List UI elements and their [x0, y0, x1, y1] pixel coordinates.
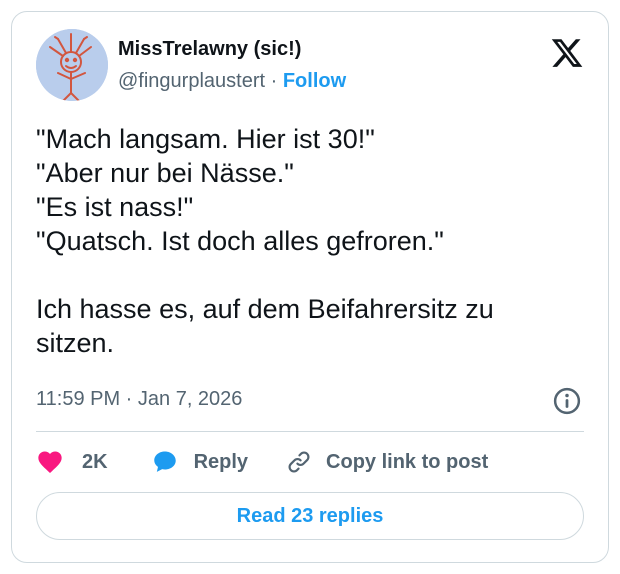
tweet-card: MissTrelawny (sic!) @fingurplaustert · F…: [11, 11, 609, 563]
info-icon[interactable]: [552, 386, 582, 416]
reply-label: Reply: [193, 450, 249, 473]
read-replies-label: Read 23 replies: [236, 504, 384, 527]
author-handle-row: @fingurplaustert · Follow: [118, 70, 346, 93]
author-name[interactable]: MissTrelawny (sic!): [118, 38, 301, 61]
x-logo-icon[interactable]: [550, 36, 584, 70]
like-button[interactable]: 2K: [36, 448, 108, 476]
tweet-line: [36, 258, 576, 292]
stick-figure-drawing-icon: [36, 29, 108, 101]
tweet-timestamp[interactable]: 11:59 PM · Jan 7, 2026: [36, 388, 242, 411]
heart-icon: [38, 451, 62, 473]
reply-button[interactable]: Reply: [150, 448, 248, 476]
tweet-line: "Mach langsam. Hier ist 30!": [36, 124, 375, 154]
copy-link-button[interactable]: Copy link to post: [286, 449, 488, 475]
copy-link-label: Copy link to post: [326, 450, 489, 473]
tweet-text: "Mach langsam. Hier ist 30!" "Aber nur b…: [36, 122, 576, 360]
link-icon: [288, 451, 310, 473]
read-replies-button[interactable]: Read 23 replies: [36, 492, 584, 540]
handle-separator: ·: [270, 70, 278, 92]
tweet-line: Ich hasse es, auf dem Beifahrersitz zu s…: [36, 294, 494, 358]
tweet-line: "Quatsch. Ist doch alles gefroren.": [36, 226, 444, 256]
divider: [36, 431, 584, 432]
avatar[interactable]: [36, 29, 108, 101]
tweet-line: "Aber nur bei Nässe.": [36, 158, 294, 188]
tweet-line: "Es ist nass!": [36, 192, 194, 222]
follow-button[interactable]: Follow: [283, 70, 346, 92]
like-count: 2K: [82, 450, 108, 473]
action-bar: 2K Reply Copy link to post: [36, 444, 488, 480]
reply-bubble-icon: [153, 451, 176, 472]
author-handle[interactable]: @fingurplaustert: [118, 70, 265, 92]
